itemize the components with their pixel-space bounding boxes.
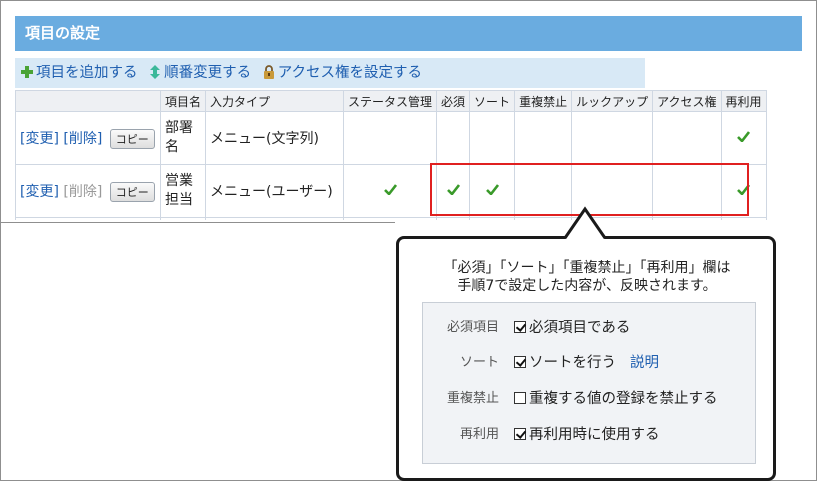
checkbox-unchecked[interactable] bbox=[514, 392, 526, 404]
access-rights-label: アクセス権を設定する bbox=[277, 65, 422, 81]
setting-label: 再利用 bbox=[459, 427, 499, 442]
setting-label: ソート bbox=[459, 355, 499, 370]
column-header bbox=[15, 90, 161, 112]
column-header-lookup: ルックアップ bbox=[571, 90, 654, 112]
callout-line-1: 「必須」「ソート」「重複禁止」「再利用」欄は bbox=[443, 260, 731, 276]
help-link[interactable]: 説明 bbox=[630, 355, 659, 371]
change-link[interactable]: [変更] bbox=[20, 131, 59, 147]
setting-value[interactable]: 再利用時に使用する bbox=[514, 425, 660, 445]
setting-value-text: 再利用時に使用する bbox=[529, 427, 660, 443]
column-header-name: 項目名 bbox=[159, 90, 207, 112]
setting-value[interactable]: 重複する値の登録を禁止する bbox=[514, 389, 718, 409]
table-header-row: 項目名 入力タイプ ステータス管理 必須 ソート 重複禁止 ルックアップ アクセ… bbox=[15, 90, 767, 112]
screenshot-cut-line bbox=[0, 222, 395, 223]
column-header-duplicate: 重複禁止 bbox=[514, 90, 573, 112]
check-icon bbox=[383, 183, 397, 199]
setting-label: 重複禁止 bbox=[446, 391, 499, 406]
page-title: 項目の設定 bbox=[15, 16, 802, 51]
check-icon bbox=[737, 130, 750, 146]
checkbox-checked[interactable] bbox=[514, 321, 526, 333]
column-header-access: アクセス権 bbox=[652, 90, 722, 112]
add-item-label: 項目を追加する bbox=[36, 65, 138, 81]
delete-link-disabled: [削除] bbox=[63, 183, 103, 200]
duplicate-cell bbox=[514, 111, 573, 165]
checkbox-checked[interactable] bbox=[514, 356, 526, 368]
updown-arrow-icon bbox=[148, 65, 162, 79]
setting-row-reuse: 再利用 再利用時に使用する bbox=[423, 425, 757, 445]
checkbox-checked[interactable] bbox=[514, 428, 526, 440]
column-header-type: 入力タイプ bbox=[205, 90, 345, 112]
delete-link[interactable]: [削除] bbox=[63, 131, 102, 147]
add-item-link[interactable]: 項目を追加する bbox=[20, 58, 138, 88]
table-row bbox=[15, 217, 767, 220]
setting-row-required: 必須項目 必須項目である bbox=[423, 318, 757, 338]
column-header-status: ステータス管理 bbox=[343, 90, 438, 112]
reorder-label: 順番変更する bbox=[164, 65, 252, 81]
column-header-reuse: 再利用 bbox=[720, 90, 767, 112]
toolbar: 項目を追加する 順番変更する アクセス権を設定する bbox=[15, 58, 645, 88]
lock-icon bbox=[262, 65, 276, 79]
lookup-cell bbox=[571, 111, 654, 165]
setting-value-text: ソートを行う bbox=[529, 355, 616, 371]
setting-value[interactable]: ソートを行う 説明 bbox=[514, 353, 659, 373]
setting-value-text: 必須項目である bbox=[529, 320, 631, 336]
sort-cell bbox=[469, 111, 516, 165]
item-name: 営業担当 bbox=[159, 164, 207, 218]
row-actions: [変更] [削除] コピー bbox=[15, 111, 161, 165]
row-actions: [変更] [削除] コピー bbox=[15, 164, 161, 218]
copy-button[interactable]: コピー bbox=[109, 128, 155, 149]
status-cell bbox=[343, 111, 438, 165]
setting-value-text: 重複する値の登録を禁止する bbox=[529, 391, 718, 407]
copy-button[interactable]: コピー bbox=[109, 181, 155, 202]
plus-icon bbox=[20, 65, 34, 79]
callout-line-2: 手順7で設定した内容が、反映されます。 bbox=[457, 278, 717, 294]
setting-row-sort: ソート ソートを行う 説明 bbox=[423, 353, 757, 373]
column-header-sort: ソート bbox=[469, 90, 516, 112]
setting-label: 必須項目 bbox=[446, 320, 499, 335]
change-link[interactable]: [変更] bbox=[20, 184, 59, 200]
required-cell bbox=[436, 111, 471, 165]
item-type: メニュー(ユーザー) bbox=[205, 164, 345, 218]
setting-row-duplicate: 重複禁止 重複する値の登録を禁止する bbox=[423, 389, 757, 409]
callout-text: 「必須」「ソート」「重複禁止」「再利用」欄は 手順7で設定した内容が、反映されま… bbox=[397, 259, 777, 295]
access-cell bbox=[652, 111, 722, 165]
item-name: 部署名 bbox=[159, 111, 207, 165]
setting-value[interactable]: 必須項目である bbox=[514, 318, 630, 338]
access-rights-link[interactable]: アクセス権を設定する bbox=[262, 58, 422, 88]
column-header-required: 必須 bbox=[436, 90, 471, 112]
reorder-link[interactable]: 順番変更する bbox=[148, 58, 251, 88]
callout-pointer bbox=[563, 206, 607, 240]
status-cell bbox=[343, 164, 438, 218]
settings-panel: 必須項目 必須項目である ソート ソートを行う 説明 重複禁止 重複する値の登録を… bbox=[422, 302, 756, 464]
table-row: [変更] [削除] コピー 部署名 メニュー(文字列) bbox=[15, 111, 767, 165]
item-type: メニュー(文字列) bbox=[205, 111, 345, 165]
reuse-cell bbox=[720, 111, 767, 165]
